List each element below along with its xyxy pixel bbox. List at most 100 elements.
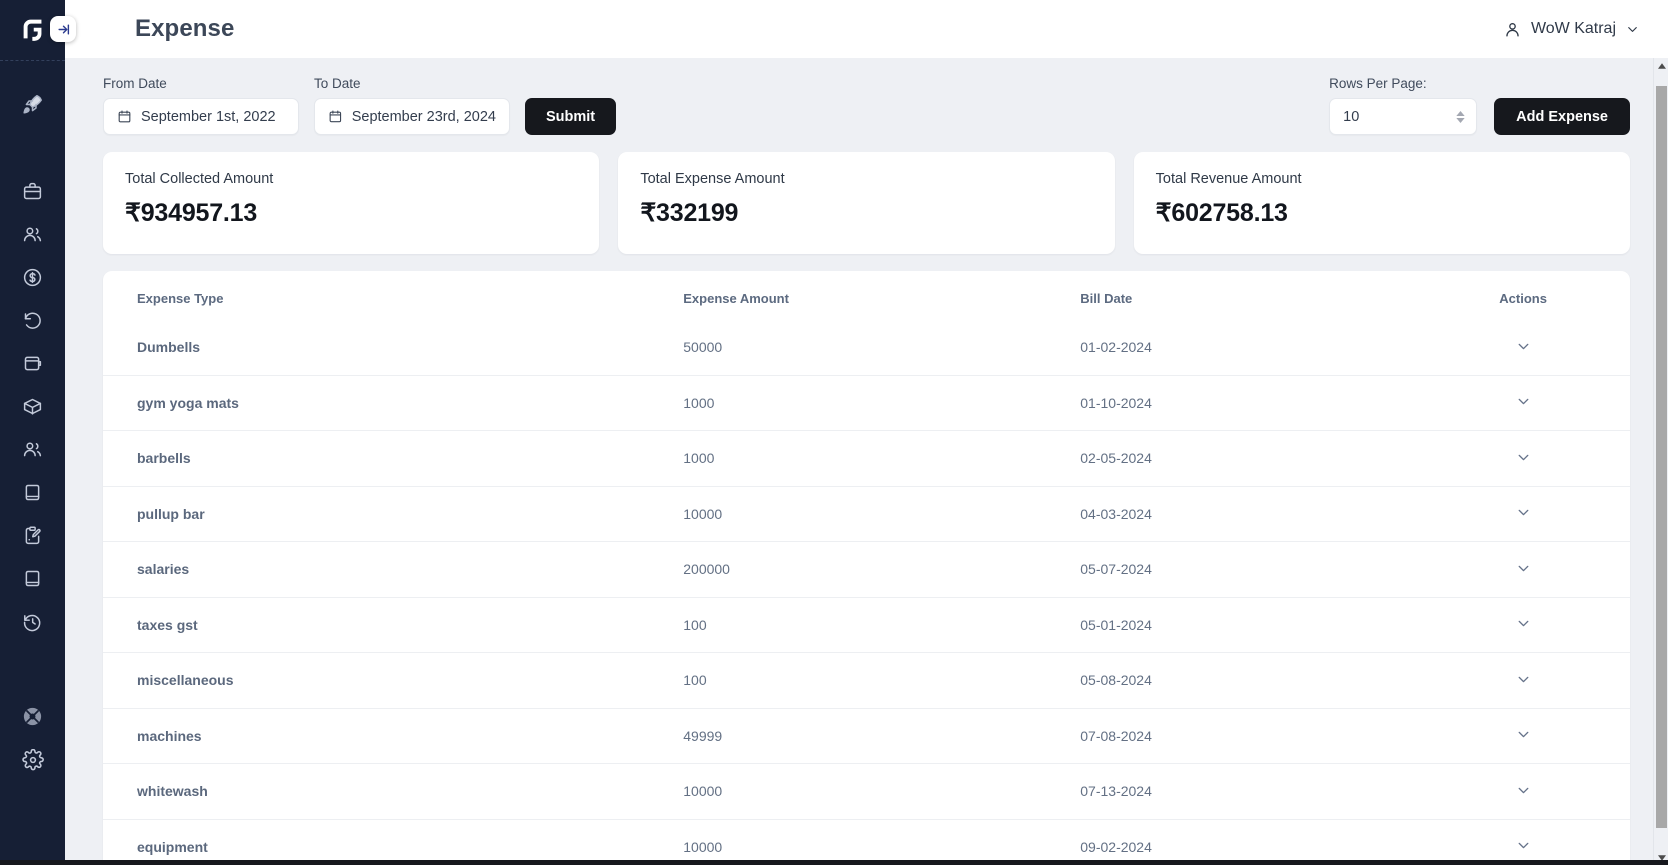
briefcase-icon [23, 182, 42, 200]
column-header-expense-amount[interactable]: Expense Amount [683, 271, 1080, 320]
sidebar-logo-row [0, 0, 76, 58]
cell-bill-date: 05-08-2024 [1080, 652, 1417, 708]
cell-actions [1416, 763, 1630, 819]
cell-expense-type: miscellaneous [103, 652, 684, 708]
cell-bill-date: 05-07-2024 [1080, 541, 1417, 597]
book-icon [25, 570, 40, 587]
book-icon [25, 484, 40, 501]
expense-table-card: Expense Type Expense Amount Bill Date Ac… [103, 271, 1630, 865]
sidebar-item-rocket[interactable] [0, 83, 65, 126]
row-actions-chevron-down-icon[interactable] [1510, 670, 1536, 688]
table-row: pullup bar 10000 04-03-2024 [103, 485, 1630, 542]
sidebar-item-staff[interactable] [0, 428, 65, 471]
arrow-right-to-line-icon [57, 23, 69, 35]
table-row: whitewash 10000 07-13-2024 [103, 763, 1630, 819]
row-actions-chevron-down-icon[interactable] [1510, 448, 1536, 466]
card-label: Total Expense Amount [640, 171, 785, 187]
users-icon [23, 227, 42, 242]
scroll-up-arrow-icon[interactable] [1654, 58, 1668, 73]
clock-history-icon [23, 614, 41, 632]
scrollbar-thumb[interactable] [1656, 86, 1667, 828]
table-body: Dumbells 50000 01-02-2024 gym yoga mats 1000… [103, 320, 1630, 865]
app-logo[interactable] [18, 14, 48, 44]
cell-actions [1416, 541, 1630, 597]
sidebar-item-book[interactable] [0, 471, 65, 514]
card-label: Total Revenue Amount [1155, 171, 1302, 187]
row-actions-chevron-down-icon[interactable] [1510, 615, 1536, 633]
column-header-bill-date[interactable]: Bill Date [1080, 271, 1416, 320]
card-value: ₹934957.13 [125, 199, 258, 227]
lifebuoy-icon [23, 707, 42, 726]
row-actions-chevron-down-icon[interactable] [1510, 559, 1536, 577]
stepper-arrows-icon [1456, 110, 1465, 123]
row-actions-chevron-down-icon[interactable] [1510, 504, 1536, 522]
sidebar-item-members[interactable] [0, 213, 65, 256]
row-actions-chevron-down-icon[interactable] [1510, 337, 1536, 355]
cell-bill-date: 09-02-2024 [1080, 818, 1417, 865]
from-date-input[interactable]: September 1st, 2022 [103, 98, 299, 135]
cell-actions [1416, 430, 1630, 486]
row-actions-chevron-down-icon[interactable] [1510, 726, 1536, 744]
sidebar-item-activity[interactable] [0, 600, 65, 643]
sidebar-item-payments[interactable] [0, 256, 65, 299]
history-icon [24, 312, 41, 329]
total-expense-card: Total Expense Amount ₹332199 [618, 152, 1115, 254]
chevron-down-icon [1628, 26, 1637, 32]
cell-actions [1416, 320, 1630, 375]
cell-actions [1416, 596, 1630, 653]
sidebar-item-briefcase[interactable] [0, 170, 65, 213]
sidebar-nav [0, 61, 65, 781]
column-header-expense-type[interactable]: Expense Type [103, 271, 683, 320]
cell-expense-amount: 200000 [683, 541, 1081, 597]
calendar-icon [118, 110, 131, 123]
cell-expense-amount: 1000 [683, 430, 1081, 486]
vertical-scrollbar[interactable] [1653, 58, 1668, 865]
to-date-group: To Date September 23rd, 2024 [314, 76, 510, 135]
box-icon [23, 398, 42, 415]
sidebar-item-enquiry[interactable] [0, 514, 65, 557]
cell-bill-date: 07-13-2024 [1080, 763, 1417, 819]
cell-expense-amount: 100 [683, 596, 1081, 653]
user-menu[interactable]: WoW Katraj [1503, 20, 1640, 39]
person-icon [1506, 22, 1519, 37]
sidebar-item-renewals[interactable] [0, 299, 65, 342]
cell-expense-type: gym yoga mats [103, 374, 684, 431]
row-actions-chevron-down-icon[interactable] [1510, 781, 1536, 799]
main-area: Expense WoW Katraj From Date September 1… [65, 0, 1668, 865]
table-row: Dumbells 50000 01-02-2024 [103, 320, 1630, 375]
sidebar-item-settings[interactable] [0, 738, 65, 781]
card-value: ₹332199 [640, 199, 739, 227]
page-title: Expense [135, 15, 235, 42]
cell-actions [1416, 652, 1630, 708]
rocket-icon [23, 95, 42, 114]
card-label: Total Collected Amount [125, 171, 274, 187]
wallet-icon [24, 356, 42, 371]
cell-expense-amount: 49999 [683, 707, 1081, 764]
cell-actions [1416, 707, 1630, 764]
cell-expense-type: whitewash [103, 763, 684, 819]
content-area: From Date September 1st, 2022 To Date Se… [65, 58, 1668, 865]
to-date-input[interactable]: September 23rd, 2024 [314, 98, 510, 135]
table-row: gym yoga mats 1000 01-10-2024 [103, 374, 1630, 431]
sidebar-item-wallet[interactable] [0, 342, 65, 385]
cell-expense-type: Dumbells [137, 339, 201, 356]
table-header-row: Expense Type Expense Amount Bill Date Ac… [103, 271, 1630, 320]
row-actions-chevron-down-icon[interactable] [1510, 837, 1536, 855]
filter-bar: From Date September 1st, 2022 To Date Se… [103, 72, 1630, 135]
column-header-actions: Actions [1499, 291, 1547, 306]
rows-per-page-select[interactable]: 10 [1329, 98, 1478, 135]
sidebar-item-inventory[interactable] [0, 385, 65, 428]
expand-sidebar-button[interactable] [50, 16, 76, 42]
cell-actions [1416, 818, 1630, 865]
row-actions-chevron-down-icon[interactable] [1510, 393, 1536, 411]
submit-button[interactable]: Submit [525, 98, 617, 135]
clipboard-edit-icon [25, 526, 41, 545]
summary-cards: Total Collected Amount ₹934957.13 Total … [103, 152, 1630, 254]
add-expense-button[interactable]: Add Expense [1494, 98, 1630, 135]
cell-expense-amount: 1000 [683, 374, 1081, 431]
sidebar-item-reports[interactable] [0, 557, 65, 600]
sidebar [0, 0, 76, 865]
sidebar-item-support[interactable] [0, 695, 65, 738]
window-bottom-strip [0, 860, 1668, 865]
table-head: Expense Type Expense Amount Bill Date Ac… [103, 271, 1630, 320]
